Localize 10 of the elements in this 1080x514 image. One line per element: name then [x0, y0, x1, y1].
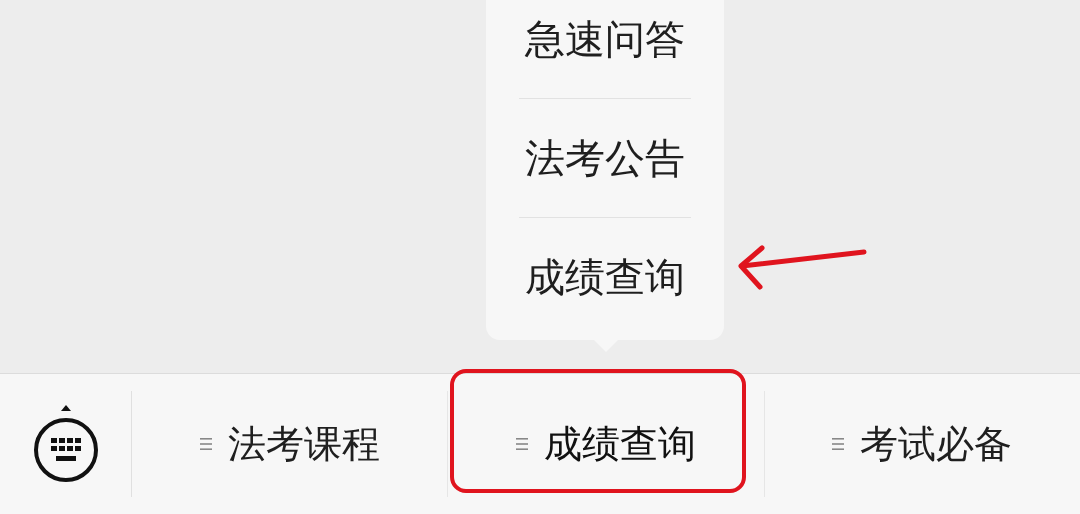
- menu-tab[interactable]: 法考课程: [199, 418, 380, 470]
- submenu-item[interactable]: 急速问答: [525, 11, 685, 67]
- submenu-item[interactable]: 法考公告: [525, 130, 685, 186]
- submenu-item[interactable]: 成绩查询: [525, 249, 685, 305]
- keyboard-icon[interactable]: [31, 403, 100, 485]
- menu-tab[interactable]: 考试必备: [832, 418, 1013, 470]
- menu-icon: [199, 437, 212, 451]
- menu-icon: [516, 437, 528, 451]
- menu-tab[interactable]: 成绩查询: [516, 418, 696, 470]
- menu-icon: [832, 437, 845, 451]
